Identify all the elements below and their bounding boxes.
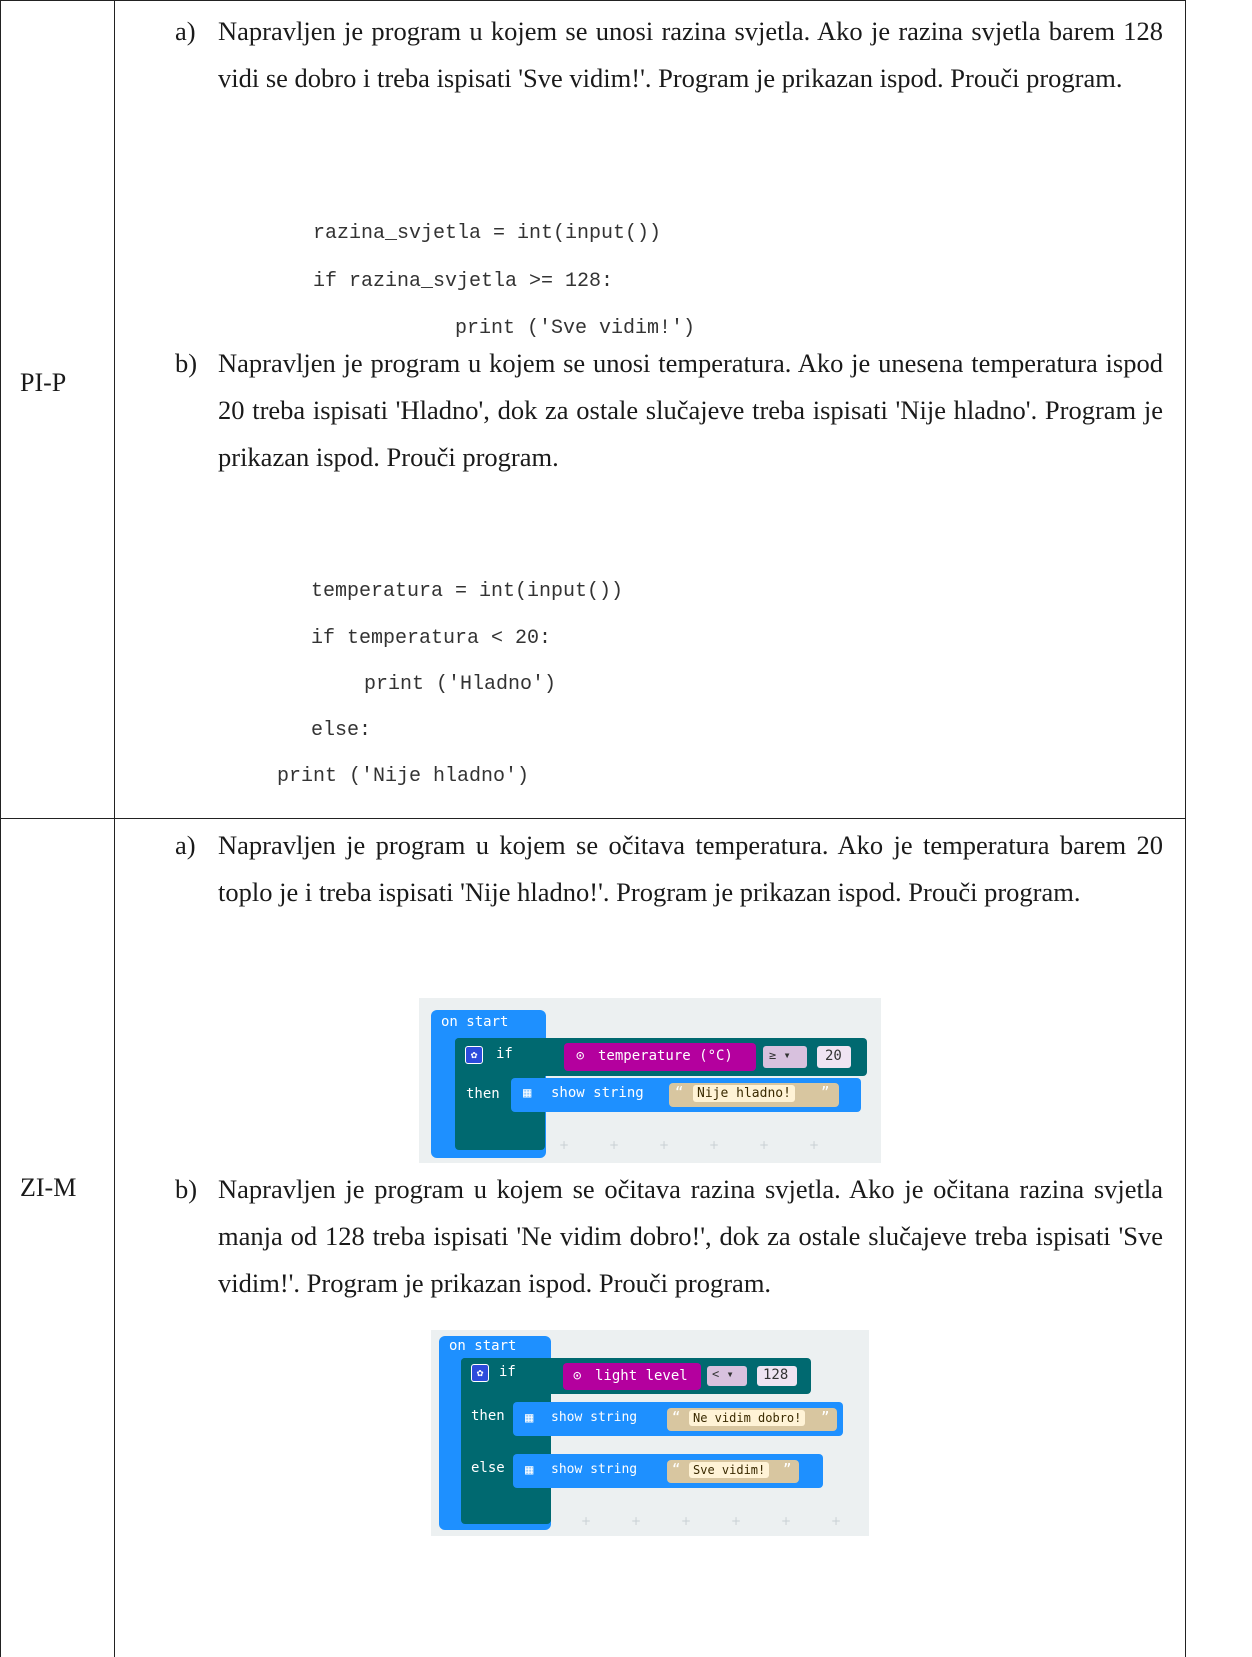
number-value: 128	[763, 1367, 789, 1383]
code-line: temperatura = int(input())	[311, 580, 624, 603]
on-start-label: on start	[441, 1014, 509, 1030]
item-marker: a)	[175, 830, 196, 860]
grid-icon: ▦	[523, 1085, 532, 1101]
grid-dot: +	[781, 1514, 792, 1528]
string-value[interactable]: Ne vidim dobro!	[689, 1410, 806, 1426]
table-row-divider	[0, 818, 1186, 819]
grid-icon: ▦	[525, 1410, 534, 1426]
close-quote-icon: ”	[821, 1085, 830, 1101]
grid-dot: +	[731, 1514, 742, 1528]
gear-icon[interactable]: ✿	[471, 1364, 489, 1382]
else-label: else	[471, 1460, 505, 1476]
open-quote-icon: “	[675, 1085, 684, 1101]
gear-icon[interactable]: ✿	[465, 1046, 483, 1064]
sensor-label: temperature (°C)	[598, 1048, 733, 1064]
operator-label: ≥ ▾	[769, 1048, 791, 1062]
grid-dot: +	[631, 1514, 642, 1528]
code-line: print ('Sve vidim!')	[455, 317, 696, 340]
item-text: Napravljen je program u kojem se očitava…	[218, 830, 1163, 907]
grid-dot: +	[759, 1138, 770, 1152]
row-label-zi-m: ZI-M	[20, 1173, 77, 1202]
table-border-right	[1185, 0, 1186, 1657]
code-line: razina_svjetla = int(input())	[313, 222, 662, 245]
grid-dot: +	[581, 1514, 592, 1528]
blocks-program-light-level: + + + + + + on start ✿ if then else ⊙ li…	[431, 1330, 869, 1536]
show-string-label: show string	[551, 1462, 638, 1477]
grid-dot: +	[709, 1138, 720, 1152]
code-line: print ('Hladno')	[364, 673, 557, 696]
if-label: if	[496, 1046, 513, 1062]
item-marker: a)	[175, 16, 196, 46]
blocks-program-temperature: + + + + + + on start ✿ if then ⊙ tempera…	[419, 998, 881, 1163]
open-quote-icon: “	[672, 1462, 681, 1478]
table-border-left	[0, 0, 1, 1657]
close-quote-icon: ”	[783, 1462, 792, 1478]
number-value: 20	[825, 1048, 842, 1064]
table-border-top	[0, 0, 1186, 1]
number-input[interactable]: 20	[817, 1046, 851, 1068]
number-input[interactable]: 128	[757, 1366, 797, 1386]
item-marker: b)	[175, 348, 198, 378]
on-start-label: on start	[449, 1338, 517, 1354]
row-label-pi-p: PI-P	[20, 368, 67, 397]
code-line: if razina_svjetla >= 128:	[313, 270, 614, 293]
string-block[interactable]: “ Nije hladno! ”	[669, 1083, 839, 1107]
string-block-else[interactable]: “ Sve vidim! ”	[667, 1460, 799, 1483]
then-label: then	[471, 1408, 505, 1424]
item-text: Napravljen je program u kojem se očitava…	[218, 1174, 1163, 1298]
if-label: if	[499, 1364, 516, 1380]
grid-dot: +	[609, 1138, 620, 1152]
temperature-sensor-block[interactable]: ⊙ temperature (°C)	[564, 1043, 756, 1071]
comparison-operator-dropdown[interactable]: < ▾	[707, 1366, 747, 1386]
sensor-icon: ⊙	[576, 1048, 585, 1064]
sensor-label: light level	[595, 1368, 688, 1384]
code-line: print ('Nije hladno')	[277, 765, 530, 788]
show-string-label: show string	[551, 1410, 638, 1425]
string-value[interactable]: Sve vidim!	[689, 1462, 770, 1478]
grid-icon: ▦	[525, 1462, 534, 1478]
code-line: else:	[311, 719, 372, 742]
light-level-sensor-block[interactable]: ⊙ light level	[563, 1363, 701, 1390]
task-table: PI-P ZI-M a) Napravljen je program u koj…	[0, 0, 1186, 1657]
grid-dot: +	[831, 1514, 842, 1528]
table-column-divider	[114, 0, 115, 1657]
close-quote-icon: ”	[821, 1410, 830, 1426]
then-label: then	[466, 1086, 500, 1102]
string-value[interactable]: Nije hladno!	[693, 1085, 795, 1102]
grid-dot: +	[809, 1138, 820, 1152]
item-marker: b)	[175, 1174, 198, 1204]
item-text: Napravljen je program u kojem se unosi r…	[218, 16, 1163, 93]
sensor-icon: ⊙	[573, 1368, 582, 1384]
grid-dot: +	[559, 1138, 570, 1152]
grid-dot: +	[681, 1514, 692, 1528]
grid-dot: +	[659, 1138, 670, 1152]
string-block-then[interactable]: “ Ne vidim dobro! ”	[667, 1408, 837, 1431]
comparison-operator-dropdown[interactable]: ≥ ▾	[763, 1046, 807, 1068]
show-string-label: show string	[551, 1085, 644, 1101]
operator-label: < ▾	[712, 1367, 734, 1381]
item-text: Napravljen je program u kojem se unosi t…	[218, 348, 1163, 472]
code-line: if temperatura < 20:	[311, 627, 552, 650]
open-quote-icon: “	[672, 1410, 681, 1426]
